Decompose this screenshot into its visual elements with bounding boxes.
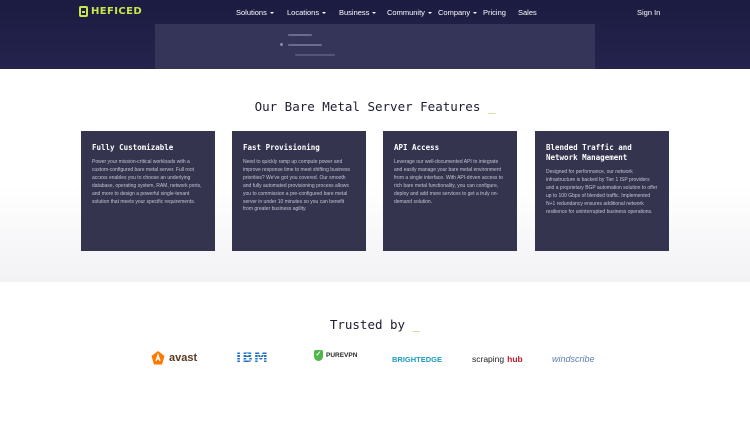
trusted-heading-text: Trusted by — [329, 317, 406, 332]
nav-business[interactable]: Business — [339, 8, 377, 17]
nav-solutions-label: Solutions — [236, 8, 267, 17]
nav-community[interactable]: Community — [387, 8, 432, 17]
sign-in-label: Sign In — [637, 8, 661, 17]
hero-dashboard-preview — [155, 24, 595, 69]
chevron-down-icon — [473, 12, 478, 14]
purevpn-logo: PUREVPN — [314, 350, 357, 361]
feature-card-text: Designed for performance, our network in… — [546, 169, 658, 215]
features-heading-text: Our Bare Metal Server Features — [254, 99, 481, 114]
feature-card: Fast Provisioning Need to quickly ramp u… — [232, 131, 366, 251]
nav-company-label: Company — [438, 8, 471, 17]
feature-card: Blended Traffic and Network Management D… — [535, 131, 669, 251]
chevron-down-icon — [322, 12, 327, 14]
feature-card: API Access Leverage our well-documented … — [383, 131, 517, 251]
brightedge-logo: BRIGHTEDGE — [392, 355, 442, 364]
hero-header: HEFICED Solutions Locations Business Com… — [0, 0, 750, 69]
preview-line — [295, 54, 335, 56]
chevron-down-icon — [269, 12, 274, 14]
feature-card: Fully Customizable Power your mission-cr… — [81, 131, 215, 251]
client-logos: avast IBM PUREVPN BRIGHTEDGE scrapinghub… — [0, 350, 750, 370]
feature-card-title: Fully Customizable — [92, 143, 174, 152]
scrapinghub-logo-text-part2: hub — [507, 354, 523, 364]
main-nav: Solutions Locations Business Community C… — [0, 8, 750, 20]
preview-line — [288, 34, 312, 36]
sign-in-link[interactable]: Sign In — [637, 8, 660, 17]
ibm-logo-text: IBM — [236, 350, 269, 366]
nav-sales[interactable]: Sales — [518, 8, 537, 17]
feature-card-text: Power your mission-critical workloads wi… — [92, 159, 202, 205]
feature-card-text: Leverage our well-documented API to inte… — [394, 159, 503, 205]
trusted-by-section: Trusted by _ avast IBM PUREVPN BRIGHTEDG… — [0, 282, 750, 422]
scrapinghub-logo: scraping hub — [472, 354, 523, 364]
feature-card-title: Blended Traffic and Network Management — [546, 143, 632, 162]
nav-business-label: Business — [339, 8, 370, 17]
shield-icon — [314, 350, 323, 361]
feature-card-title: API Access — [394, 143, 440, 152]
chevron-down-icon — [372, 12, 377, 14]
preview-bullet — [280, 43, 283, 46]
nav-solutions[interactable]: Solutions — [236, 8, 274, 17]
windscribe-logo: windscribe — [552, 354, 595, 364]
feature-card-text: Need to quickly ramp up compute power an… — [243, 159, 350, 213]
avast-icon — [151, 351, 165, 365]
features-section: Our Bare Metal Server Features _ Fully C… — [0, 69, 750, 282]
features-heading: Our Bare Metal Server Features _ — [0, 99, 750, 114]
heading-cursor: _ — [487, 99, 496, 114]
preview-line — [288, 44, 322, 46]
chevron-down-icon — [427, 12, 432, 14]
nav-pricing[interactable]: Pricing — [483, 8, 506, 17]
feature-card-title: Fast Provisioning — [243, 143, 320, 152]
purevpn-logo-text: PUREVPN — [326, 352, 358, 359]
nav-sales-label: Sales — [518, 8, 537, 17]
nav-locations-label: Locations — [287, 8, 320, 17]
scrapinghub-logo-text-part1: scraping — [472, 354, 505, 364]
avast-logo: avast — [150, 350, 197, 366]
heading-cursor: _ — [412, 317, 421, 332]
trusted-heading: Trusted by _ — [0, 317, 750, 332]
nav-pricing-label: Pricing — [483, 8, 506, 17]
avast-logo-text: avast — [169, 352, 198, 364]
windscribe-logo-text: windscribe — [552, 354, 595, 364]
ibm-logo: IBM — [236, 350, 269, 366]
nav-company[interactable]: Company — [438, 8, 478, 17]
nav-community-label: Community — [387, 8, 425, 17]
nav-locations[interactable]: Locations — [287, 8, 327, 17]
brightedge-logo-text: BRIGHTEDGE — [392, 355, 443, 364]
